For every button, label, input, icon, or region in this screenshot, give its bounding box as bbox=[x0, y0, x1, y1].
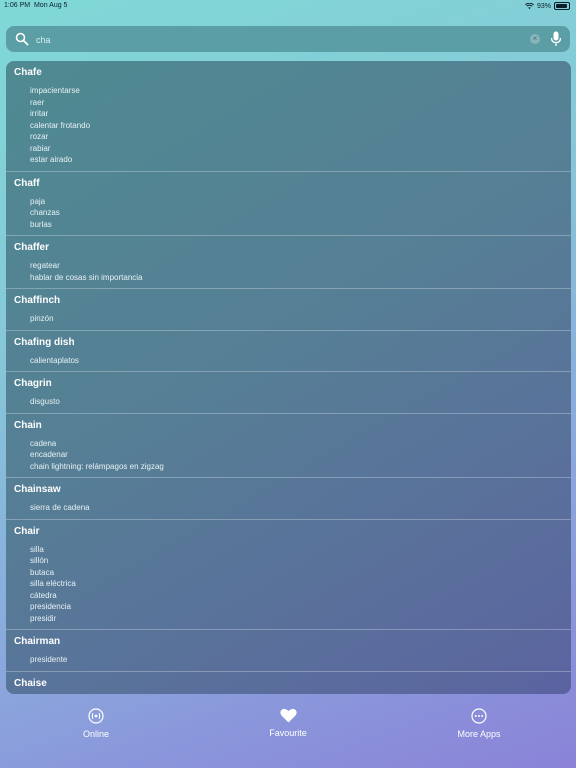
entry-definitions: sierra de cadena bbox=[30, 502, 571, 514]
entry-word: Chairman bbox=[14, 636, 61, 647]
tab-more-apps[interactable]: More Apps bbox=[429, 708, 529, 739]
entry-definition: hablar de cosas sin importancia bbox=[30, 272, 143, 282]
entry-word: Chaise bbox=[14, 677, 47, 689]
entry-definition: pinzón bbox=[30, 314, 54, 323]
microphone-icon[interactable] bbox=[550, 31, 562, 47]
entry-definition: rozar bbox=[30, 132, 49, 141]
status-time: 1:06 PM bbox=[4, 2, 31, 9]
entry-definition: calentar frotando bbox=[30, 120, 91, 130]
list-item[interactable]: Chainsaw sierra de cadena bbox=[6, 478, 571, 520]
entry-definition: chain lightning: relámpagos en zigzag bbox=[30, 461, 164, 471]
entry-word: Chagrin bbox=[14, 378, 52, 389]
list-item[interactable]: Chafing dish calientaplatos bbox=[6, 331, 571, 372]
entry-definition: presidir bbox=[30, 613, 57, 623]
entry-definition: paja bbox=[30, 196, 46, 206]
battery-percent: 93% bbox=[536, 2, 551, 10]
status-date: Mon Aug 5 bbox=[33, 2, 68, 9]
status-time-date: 1:06 PM Mon Aug 5 bbox=[4, 2, 67, 9]
tab-favourite[interactable]: Favourite bbox=[238, 708, 338, 738]
list-item[interactable]: Chaisecochecalesín bbox=[6, 672, 571, 695]
wifi-icon bbox=[525, 2, 534, 9]
entry-definitions: pinzón bbox=[30, 313, 571, 325]
entry-word: Chainsaw bbox=[14, 484, 61, 495]
search-input[interactable] bbox=[34, 31, 518, 49]
list-item[interactable]: Chairman presidente bbox=[6, 630, 571, 672]
tab-online-label: Online bbox=[82, 729, 109, 739]
tab-online[interactable]: Online bbox=[46, 708, 146, 739]
entry-definition: disgusto bbox=[30, 397, 60, 406]
entry-definition: presidente bbox=[30, 655, 68, 664]
entry-word: Chafe bbox=[14, 67, 42, 78]
entry-definitions: calientaplatos bbox=[30, 355, 571, 367]
list-item[interactable]: Chaff paja chanzas burlas bbox=[6, 172, 571, 236]
entry-word: Chaffinch bbox=[14, 295, 61, 306]
results-list[interactable]: Chafe impacientarse raer irritar calentar fr… bbox=[6, 61, 571, 694]
entry-definition: irritar bbox=[30, 109, 49, 118]
status-bar: 1:06 PM Mon Aug 5 93% bbox=[0, 0, 576, 12]
entry-definitions: regatear hablar de cosas sin importancia bbox=[30, 260, 571, 283]
entry-definitions: impacientarse raer irritar calentar frotand… bbox=[30, 85, 571, 166]
entry-definition: calientaplatos bbox=[30, 355, 79, 365]
entry-definition: impacientarse bbox=[30, 86, 80, 95]
tab-favourite-label: Favourite bbox=[269, 728, 307, 738]
tab-bar: Online Favourite More Apps bbox=[0, 700, 576, 768]
entry-definition: encadenar bbox=[30, 450, 68, 459]
entry-definitions: cadena encadenar chain lightning: relámpag… bbox=[30, 438, 571, 473]
entry-word: Chair bbox=[14, 525, 40, 537]
list-item[interactable]: Chagrin disgusto bbox=[6, 372, 571, 414]
entry-definitions: silla sillón butaca silla eléctrica cátedra p… bbox=[30, 544, 571, 625]
list-item[interactable]: Chaffinch pinzón bbox=[6, 289, 571, 331]
entry-definitions: presidente bbox=[30, 654, 571, 666]
ellipsis-circle-icon bbox=[471, 708, 487, 724]
clear-icon[interactable]: × bbox=[530, 34, 540, 44]
entry-definition: butaca bbox=[30, 567, 55, 577]
battery-icon bbox=[554, 2, 570, 10]
search-icon bbox=[15, 32, 29, 46]
entry-definition: presidencia bbox=[30, 602, 71, 611]
entry-definition: rabiar bbox=[30, 143, 51, 153]
entry-definition: sillón bbox=[30, 556, 49, 565]
entry-definition: chanzas bbox=[30, 208, 60, 217]
entry-definition: silla eléctrica bbox=[30, 579, 76, 588]
list-item[interactable]: Chafe impacientarse raer irritar calentar fr… bbox=[6, 61, 571, 172]
entry-definition: cadena bbox=[30, 438, 57, 448]
list-item[interactable]: Chair silla sillón butaca silla eléctrica cát… bbox=[6, 520, 571, 630]
entry-definition: estar airado bbox=[30, 155, 73, 164]
list-item[interactable]: Chain cadena encadenar chain lightning: rel… bbox=[6, 414, 571, 478]
tab-more-apps-label: More Apps bbox=[457, 729, 501, 739]
entry-word: Chafing dish bbox=[14, 336, 75, 348]
entry-definition: sierra de cadena bbox=[30, 503, 90, 512]
entry-word: Chaffer bbox=[14, 242, 50, 253]
entry-definition: cátedra bbox=[30, 590, 57, 600]
status-indicators: 93% bbox=[525, 2, 570, 10]
search-bar: × bbox=[6, 26, 570, 52]
entry-definition: burlas bbox=[30, 219, 52, 229]
entry-definition: raer bbox=[30, 97, 45, 107]
list-item[interactable]: Chaffer regatear hablar de cosas sin impor… bbox=[6, 236, 571, 289]
broadcast-icon bbox=[88, 708, 104, 724]
entry-definitions: disgusto bbox=[30, 396, 571, 408]
entry-word: Chaff bbox=[14, 177, 40, 189]
entry-definition: regatear bbox=[30, 261, 60, 270]
heart-icon bbox=[279, 708, 297, 723]
entry-definitions: paja chanzas burlas bbox=[30, 196, 571, 231]
entry-definition: silla bbox=[30, 544, 44, 554]
entry-word: Chain bbox=[14, 419, 42, 431]
